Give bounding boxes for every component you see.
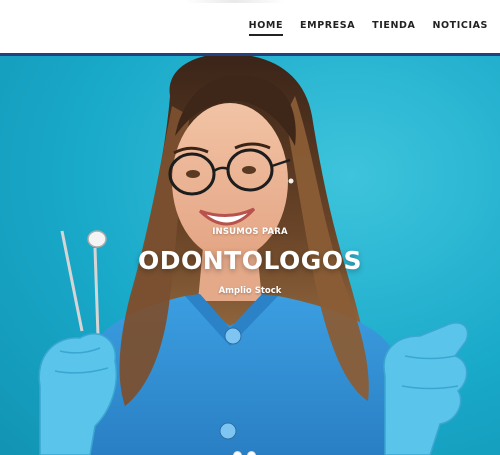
slider-dot-2[interactable] bbox=[247, 451, 256, 455]
nav-noticias[interactable]: NOTICIAS bbox=[432, 20, 488, 35]
slider-dot-1[interactable] bbox=[233, 451, 242, 455]
hero-eyebrow: INSUMOS PARA bbox=[212, 227, 288, 237]
main-nav: HOME EMPRESA TIENDA NOTICIAS bbox=[248, 20, 488, 36]
nav-tienda[interactable]: TIENDA bbox=[372, 20, 415, 35]
hero-subtitle: Amplio Stock bbox=[218, 286, 282, 296]
scrub-button-1 bbox=[224, 327, 242, 345]
scrub-button-2 bbox=[219, 422, 237, 440]
logo-edge bbox=[185, 0, 285, 3]
nav-empresa[interactable]: EMPRESA bbox=[300, 20, 355, 35]
hero-slider: INSUMOS PARA ODONTOLOGOS Amplio Stock bbox=[0, 56, 500, 455]
hero-title: ODONTOLOGOS bbox=[137, 246, 363, 275]
nav-home[interactable]: HOME bbox=[248, 20, 284, 36]
site-header: HOME EMPRESA TIENDA NOTICIAS bbox=[0, 0, 500, 53]
slider-dots bbox=[233, 451, 256, 455]
